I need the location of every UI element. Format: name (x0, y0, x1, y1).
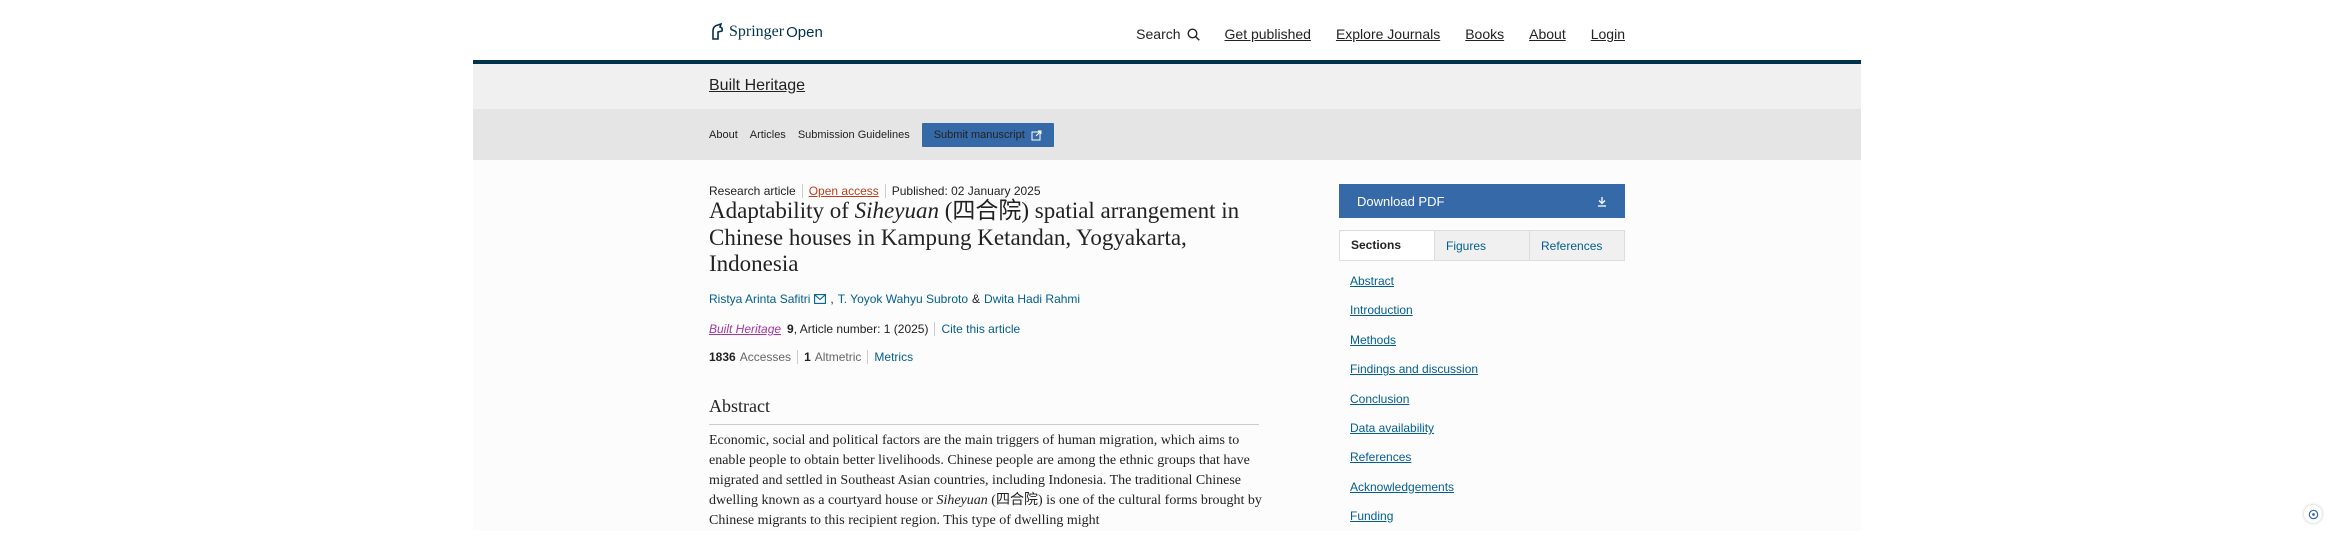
search-label: Search (1136, 26, 1181, 42)
author-list: Ristya Arinta Safitri , T. Yoyok Wahyu S… (709, 292, 1080, 306)
accesses-count: 1836 (709, 350, 736, 364)
search-icon (1187, 27, 1200, 41)
page-container: Springer Open Search Get published Explo… (473, 0, 1861, 531)
section-item: References (1350, 450, 1478, 479)
section-item: Funding (1350, 509, 1478, 538)
section-link-methods[interactable]: Methods (1350, 333, 1396, 347)
article-meta: Research article Open access Published: … (709, 184, 1041, 198)
cite-article-link[interactable]: Cite this article (941, 322, 1020, 336)
subnav-submission-guidelines[interactable]: Submission Guidelines (798, 129, 910, 141)
section-item: Acknowledgements (1350, 480, 1478, 509)
volume: 9 (787, 322, 794, 336)
section-item: Conclusion (1350, 392, 1478, 421)
nav-explore-journals[interactable]: Explore Journals (1336, 26, 1440, 42)
sidebar-tabs: Sections Figures References (1339, 230, 1625, 261)
title-italic: Siheyuan (854, 198, 939, 223)
tab-references[interactable]: References (1529, 231, 1624, 260)
download-icon (1598, 196, 1606, 207)
abstract-divider (709, 424, 1259, 425)
section-link-references[interactable]: References (1350, 450, 1411, 464)
brand-name: Springer (729, 23, 785, 40)
title-part-1: Adaptability of (709, 198, 855, 223)
article-metrics: 1836 Accesses 1 Altmetric Metrics (709, 350, 913, 364)
article-type: Research article (709, 184, 796, 198)
section-item: Data availability (1350, 421, 1478, 450)
section-item: Methods (1350, 333, 1478, 362)
submit-label: Submit manuscript (933, 129, 1025, 141)
nav-get-published[interactable]: Get published (1225, 26, 1311, 42)
author-separator: , (830, 292, 834, 306)
author-link[interactable]: T. Yoyok Wahyu Subroto (838, 292, 968, 306)
subnav-about[interactable]: About (709, 129, 738, 141)
open-access-link[interactable]: Open access (809, 184, 879, 198)
author-joiner: & (972, 292, 981, 306)
search-link[interactable]: Search (1136, 26, 1200, 42)
section-item: Introduction (1350, 303, 1478, 332)
brand-suffix: Open (786, 23, 823, 41)
cookie-settings-icon (2308, 509, 2318, 519)
accesses-label: Accesses (739, 350, 792, 364)
article-title: Adaptability of Siheyuan (四合院) spatial a… (709, 198, 1269, 278)
author-link[interactable]: Ristya Arinta Safitri (709, 292, 810, 306)
section-link-acknowledgements[interactable]: Acknowledgements (1350, 480, 1454, 494)
journal-subnav: About Articles Submission Guidelines Sub… (473, 109, 1861, 160)
abstract-text: Economic, social and political factors a… (709, 431, 1264, 531)
separator (867, 350, 869, 364)
tab-sections[interactable]: Sections (1340, 231, 1434, 260)
abstract-heading: Abstract (709, 396, 770, 416)
section-link-funding[interactable]: Funding (1350, 509, 1393, 523)
section-link-conclusion[interactable]: Conclusion (1350, 392, 1409, 406)
journal-link[interactable]: Built Heritage (709, 322, 781, 336)
site-header: Springer Open Search Get published Explo… (473, 0, 1861, 64)
download-pdf-button[interactable]: Download PDF (1339, 184, 1625, 218)
abstract-italic: Siheyuan (936, 493, 988, 508)
author-link[interactable]: Dwita Hadi Rahmi (984, 292, 1080, 306)
journal-title-link[interactable]: Built Heritage (709, 77, 805, 95)
section-link-data-availability[interactable]: Data availability (1350, 421, 1434, 435)
citation-line: Built Heritage 9 , Article number: 1 (20… (709, 322, 1020, 336)
metrics-link[interactable]: Metrics (874, 350, 913, 364)
cookie-settings-button[interactable] (2304, 505, 2322, 523)
download-pdf-label: Download PDF (1357, 193, 1445, 209)
email-icon[interactable] (814, 294, 827, 304)
submit-manuscript-button[interactable]: Submit manuscript (921, 123, 1054, 147)
section-item: Findings and discussion (1350, 362, 1478, 391)
tab-figures[interactable]: Figures (1434, 231, 1529, 260)
separator (801, 184, 803, 198)
section-link-abstract[interactable]: Abstract (1350, 274, 1394, 288)
separator (797, 350, 799, 364)
section-list: Abstract Introduction Methods Findings a… (1350, 274, 1478, 539)
published-date: Published: 02 January 2025 (891, 184, 1041, 198)
altmetric-label: Altmetric (814, 350, 862, 364)
separator (884, 184, 886, 198)
section-link-findings[interactable]: Findings and discussion (1350, 362, 1478, 376)
springer-open-logo[interactable]: Springer Open (709, 23, 823, 41)
separator (934, 322, 936, 336)
nav-about[interactable]: About (1529, 26, 1566, 42)
springer-horse-icon (712, 23, 724, 40)
subnav-articles[interactable]: Articles (750, 129, 786, 141)
section-link-introduction[interactable]: Introduction (1350, 303, 1413, 317)
altmetric-count: 1 (804, 350, 811, 364)
nav-books[interactable]: Books (1465, 26, 1504, 42)
external-link-icon (1031, 130, 1042, 140)
top-navigation: Search Get published Explore Journals Bo… (1136, 26, 1625, 42)
article-number: , Article number: 1 (2025) (793, 322, 929, 336)
nav-login[interactable]: Login (1591, 26, 1625, 42)
section-item: Abstract (1350, 274, 1478, 303)
journal-title-bar: Built Heritage (473, 64, 1861, 109)
